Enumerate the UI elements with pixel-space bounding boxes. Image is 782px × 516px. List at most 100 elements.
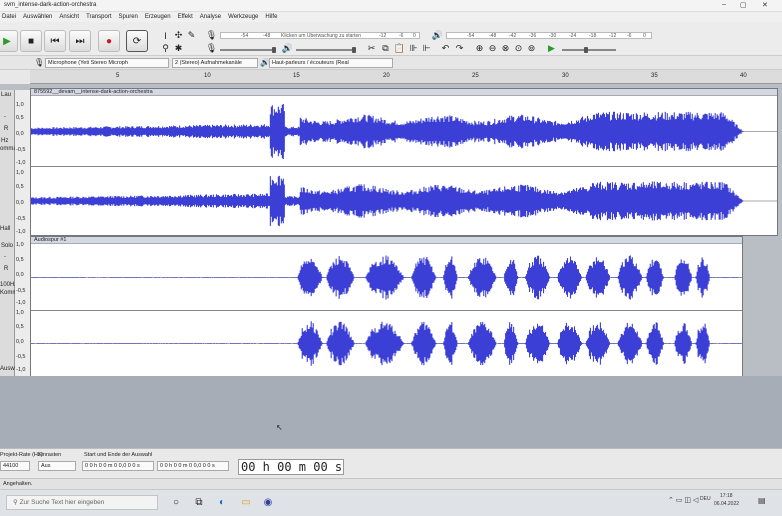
audio-position-display[interactable]: 00 h 00 m 00 s <box>238 459 344 475</box>
menu-generate[interactable]: Erzeugen <box>145 14 171 20</box>
output-device-select[interactable]: Haut-parleurs / écouteurs (Real <box>269 58 393 68</box>
track-control-panel[interactable]: Lau - R Hz omma Hall <box>0 90 17 236</box>
scale-label: -0,5 <box>16 288 26 294</box>
project-rate-select[interactable]: 44100 <box>0 461 30 471</box>
solo-button[interactable]: Solo <box>1 243 13 249</box>
menu-effect[interactable]: Effekt <box>178 14 193 20</box>
magnifier-icon: ⚲ <box>162 43 169 53</box>
edge-icon[interactable]: ◐ <box>216 496 228 508</box>
close-button[interactable]: ✕ <box>762 1 768 9</box>
minimize-button[interactable]: – <box>722 1 726 8</box>
audacity-taskbar-icon[interactable]: ◉ <box>262 496 274 508</box>
menu-bar: Datei Auswählen Ansicht Transport Spuren… <box>0 12 782 22</box>
i-beam-icon: I <box>164 30 167 41</box>
file-explorer-icon[interactable]: ▭ <box>240 496 252 508</box>
copy-button[interactable]: ⧉ <box>380 43 391 54</box>
microphone-icon: 🎙 <box>34 58 45 67</box>
maximize-button[interactable]: ▢ <box>740 1 747 9</box>
draw-tool-button[interactable]: ✎ <box>186 30 197 41</box>
window-title: svm_intense-dark-action-orchestra <box>4 2 97 8</box>
taskbar-search[interactable]: ⚲ Zur Suche Text hier eingeben <box>6 495 158 510</box>
meter-tick: -6 <box>627 33 632 39</box>
menu-select[interactable]: Auswählen <box>23 14 52 20</box>
taskbar: ⚲ Zur Suche Text hier eingeben ○ ⧉ ◐ ▭ ◉… <box>0 489 782 516</box>
status-bar: Angehalten. <box>0 478 782 489</box>
loop-button[interactable]: ⟳ <box>126 30 148 52</box>
meter-tick: 0 <box>413 33 416 39</box>
play-speed-slider[interactable] <box>562 47 616 53</box>
tray-icons[interactable]: ⌃ ▭ ◫ ◁ <box>668 496 698 504</box>
clock-date[interactable]: 06.04.2022 <box>714 501 739 507</box>
pencil-icon: ✎ <box>187 30 196 40</box>
selection-start-field[interactable]: 0 0 h 0 0 m 0 0,0 0 0 s <box>82 461 154 471</box>
meter-tick: 0 <box>643 33 646 39</box>
ruler-tick: 20 <box>383 73 390 79</box>
scale-label: 1,0 <box>16 102 24 108</box>
cortana-icon[interactable]: ○ <box>170 496 182 508</box>
undo-button[interactable]: ↶ <box>440 43 451 54</box>
record-meter[interactable]: -54 -48 Klicken um Überwachung zu starte… <box>220 32 420 39</box>
audio-clip[interactable]: Audiospur #1 <box>30 236 743 376</box>
playback-meter[interactable]: -54 -48 -42 -36 -30 -24 -18 -12 -6 0 <box>446 32 652 39</box>
zoom-in-button[interactable]: ⊕ <box>474 43 485 54</box>
play-button[interactable]: ▶ <box>0 30 18 52</box>
cut-button[interactable]: ✂ <box>366 43 377 54</box>
clip-title[interactable]: Audiospur #1 <box>31 237 742 244</box>
clip-title[interactable]: 875592__devam__intense-dark-action-orche… <box>31 89 777 96</box>
language-indicator[interactable]: DEU <box>700 496 711 502</box>
waveform <box>31 104 777 159</box>
scale-label: -1,0 <box>16 300 26 306</box>
playback-volume-slider[interactable] <box>296 47 356 53</box>
waveform-channel-left[interactable] <box>31 97 777 166</box>
recording-volume-slider[interactable] <box>220 47 276 53</box>
fit-selection-button[interactable]: ⊗ <box>500 43 511 54</box>
gain-label: - <box>4 114 6 120</box>
input-device-select[interactable]: Microphone (Yeti Stereo Microph <box>45 58 169 68</box>
menu-tools[interactable]: Werkzeuge <box>228 14 258 20</box>
record-button[interactable]: ● <box>98 30 120 52</box>
redo-button[interactable]: ↷ <box>454 43 465 54</box>
zoom-out-button[interactable]: ⊖ <box>487 43 498 54</box>
skip-start-button[interactable]: ⏮ <box>44 30 66 52</box>
scale-label: 1,0 <box>16 310 24 316</box>
zoom-out-icon: ⊖ <box>488 43 497 53</box>
skip-end-button[interactable]: ⏭ <box>69 30 91 52</box>
timeline-ruler[interactable]: 5 10 15 20 25 30 35 40 <box>30 70 782 84</box>
multi-tool-button[interactable]: ✱ <box>173 43 184 54</box>
selection-end-field[interactable]: 0 0 h 0 0 m 0 0,0 0 0 s <box>157 461 229 471</box>
track-area[interactable]: Lau - R Hz omma Hall 1,0 0,5 0,0 -0,5 -1… <box>0 84 782 376</box>
fit-project-button[interactable]: ⊙ <box>513 43 524 54</box>
envelope-tool-button[interactable]: ✣ <box>173 30 184 41</box>
zoom-tool-button[interactable]: ⚲ <box>160 43 171 54</box>
snap-select[interactable]: Aus <box>38 461 76 471</box>
track-control-panel[interactable]: Solo - R 100Hz Komma Auswahl <box>0 236 23 376</box>
meter-tick: -54 <box>241 33 249 39</box>
menu-view[interactable]: Ansicht <box>59 14 79 20</box>
waveform-channel-right[interactable] <box>31 167 777 235</box>
select-button[interactable]: Hall <box>0 226 10 232</box>
waveform-channel-right[interactable] <box>31 311 742 376</box>
pan-label: R <box>4 126 9 132</box>
clock-time[interactable]: 17:18 <box>720 493 733 499</box>
empty-track-area[interactable]: ↖ <box>0 376 782 448</box>
project-rate-label: Projekt-Rate (Hz) <box>0 452 43 458</box>
paste-button[interactable]: 📋 <box>394 43 405 54</box>
input-channels-select[interactable]: 2 (Stereo) Aufnahmekanäle <box>172 58 258 68</box>
waveform-channel-left[interactable] <box>31 245 742 310</box>
audio-clip[interactable]: 875592__devam__intense-dark-action-orche… <box>30 88 778 236</box>
selection-tool-button[interactable]: I <box>160 30 171 41</box>
playback-meter-speaker-icon[interactable]: 🔊 <box>432 30 443 41</box>
task-view-icon[interactable]: ⧉ <box>193 496 205 508</box>
menu-analyze[interactable]: Analyse <box>200 14 221 20</box>
record-meter-mic-icon[interactable]: 🎙 <box>206 30 217 41</box>
play-at-speed-button[interactable]: ▶ <box>546 43 557 54</box>
stop-button[interactable]: ■ <box>20 30 42 52</box>
notification-icon[interactable]: ▤ <box>758 496 766 505</box>
silence-button[interactable]: ⊩ <box>421 43 432 54</box>
menu-help[interactable]: Hilfe <box>265 14 277 20</box>
menu-file[interactable]: Datei <box>2 14 16 20</box>
menu-transport[interactable]: Transport <box>86 14 111 20</box>
menu-tracks[interactable]: Spuren <box>119 14 138 20</box>
zoom-toggle-button[interactable]: ⊚ <box>526 43 537 54</box>
trim-button[interactable]: ⊪ <box>408 43 419 54</box>
